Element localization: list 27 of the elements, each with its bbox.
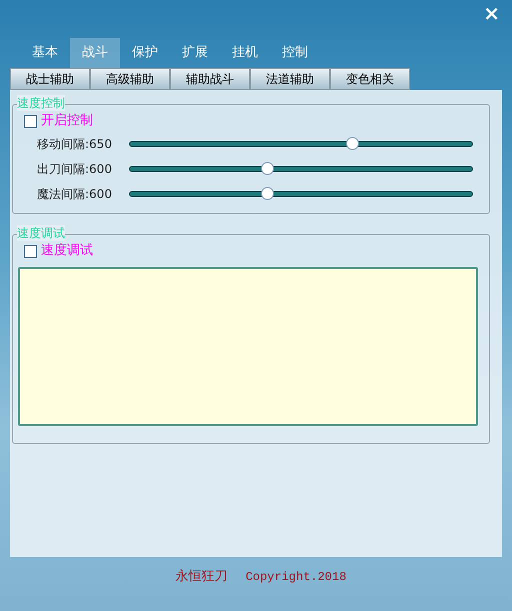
slider-thumb[interactable] (260, 162, 274, 174)
group-title: 速度调试 (17, 225, 65, 241)
tab[interactable]: 挂机 (220, 38, 270, 68)
tab[interactable]: 控制 (270, 38, 320, 68)
slider-label: 出刀间隔:600 (37, 160, 113, 178)
checkbox[interactable] (24, 114, 37, 128)
close-button[interactable]: × (483, 0, 500, 26)
slider-label: 移动间隔:650 (37, 136, 113, 152)
sub-tab[interactable]: 战士辅助 (10, 68, 90, 90)
sub-tab[interactable]: 法道辅助 (250, 68, 330, 90)
tab[interactable]: 扩展 (170, 38, 220, 68)
app-name: 永恒狂刀 (176, 568, 228, 586)
group-title: 速度控制 (17, 95, 65, 111)
tab[interactable]: 基本 (20, 38, 70, 68)
slider-thumb[interactable] (260, 186, 274, 200)
checkbox-label: 速度调试 (41, 242, 93, 260)
tab[interactable]: 战斗 (70, 38, 120, 68)
slider-label: 魔法间隔:600 (37, 186, 113, 202)
sub-tab[interactable]: 高级辅助 (90, 68, 170, 90)
slider-thumb[interactable] (346, 136, 360, 150)
log-text-area[interactable] (18, 267, 478, 426)
tab[interactable]: 保护 (120, 38, 170, 68)
sub-tab[interactable]: 变色相关 (330, 68, 410, 90)
sub-tab[interactable]: 辅助战斗 (170, 68, 250, 90)
checkbox[interactable] (24, 244, 37, 258)
checkbox-label: 开启控制 (41, 112, 93, 130)
copyright-text: Copyright.2018 (246, 568, 346, 586)
